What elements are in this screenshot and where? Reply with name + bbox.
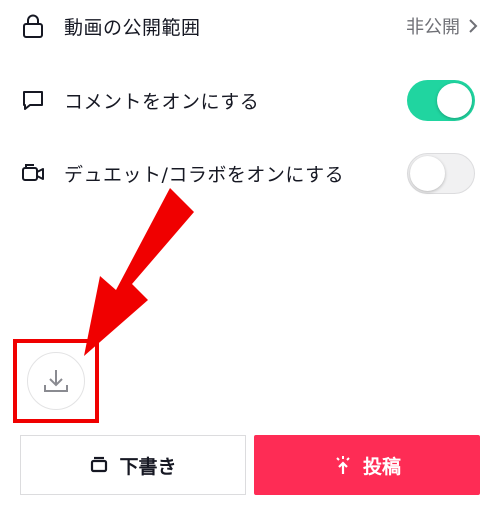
- comment-icon: [23, 91, 43, 110]
- annotation-arrow: [84, 188, 194, 356]
- duet-toggle[interactable]: [407, 152, 475, 194]
- lock-icon: [23, 14, 43, 38]
- post-label: 投稿: [362, 455, 401, 478]
- privacy-label: 動画の公開範囲: [64, 16, 201, 39]
- draft-label: 下書き: [119, 455, 177, 478]
- download-button[interactable]: [27, 352, 85, 410]
- draft-button[interactable]: 下書き: [20, 435, 246, 495]
- post-icon: [336, 456, 350, 474]
- privacy-setting-row[interactable]: 動画の公開範囲 非公開: [0, 0, 500, 56]
- privacy-value-text: 非公開: [406, 17, 460, 38]
- toggle-knob: [437, 82, 472, 118]
- toggle-knob: [410, 155, 445, 191]
- duet-icon: [22, 164, 44, 181]
- chevron-right-icon: [469, 19, 478, 33]
- comments-setting-row: コメントをオンにする: [0, 70, 500, 130]
- comments-toggle[interactable]: [407, 79, 475, 121]
- download-icon: [44, 370, 68, 392]
- draft-icon: [91, 456, 108, 473]
- comments-label: コメントをオンにする: [64, 90, 260, 113]
- post-button[interactable]: 投稿: [254, 435, 480, 495]
- privacy-value[interactable]: 非公開: [406, 13, 478, 39]
